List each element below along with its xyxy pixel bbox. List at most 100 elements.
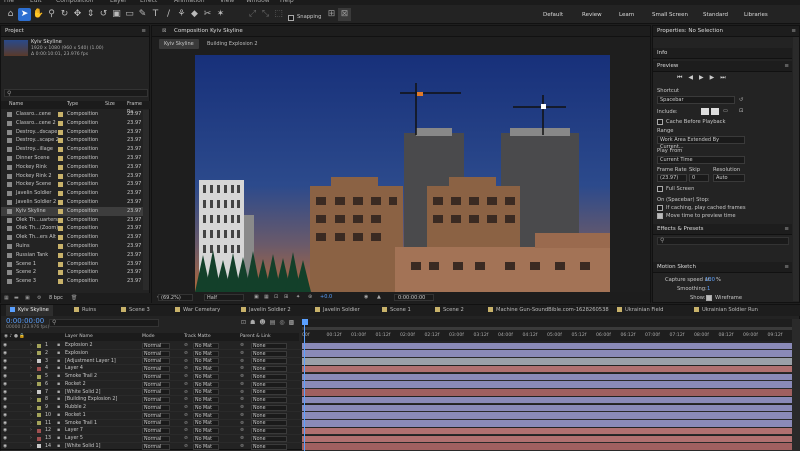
label-color[interactable] xyxy=(37,436,41,441)
orbit-tool-icon[interactable]: ↻ xyxy=(58,8,71,21)
label-color[interactable] xyxy=(58,270,63,276)
expand-icon[interactable]: › xyxy=(30,389,32,397)
lock-icon[interactable]: ⊠ xyxy=(162,26,190,37)
parent-dropdown[interactable]: None xyxy=(251,435,287,442)
label-color[interactable] xyxy=(58,279,63,285)
parent-pickwhip-icon[interactable]: ⊚ xyxy=(240,443,244,451)
matte-link-icon[interactable]: ⊘ xyxy=(184,435,188,443)
menu-item-file[interactable]: File xyxy=(4,0,14,4)
layer-duration-bar[interactable] xyxy=(302,389,792,396)
project-item[interactable]: Ruins Composition 23.97 xyxy=(1,242,143,251)
layer-name[interactable]: Rubble 2 xyxy=(65,404,86,412)
parent-pickwhip-icon[interactable]: ⊚ xyxy=(240,365,244,373)
folder-icon[interactable]: ▬ xyxy=(14,293,19,303)
layer-mode-dropdown[interactable]: Normal xyxy=(142,373,170,380)
workspace-small-screen[interactable]: Small Screen xyxy=(652,12,688,18)
layer-mode-dropdown[interactable]: Normal xyxy=(142,435,170,442)
layer-mode-dropdown[interactable]: Normal xyxy=(142,420,170,427)
workspace-learn[interactable]: Learn xyxy=(619,12,634,18)
track-matte-dropdown[interactable]: No Mat xyxy=(193,397,219,404)
label-color[interactable] xyxy=(58,138,63,144)
col-mode[interactable]: Mode xyxy=(142,333,155,341)
parent-pickwhip-icon[interactable]: ⊚ xyxy=(240,342,244,350)
layer-name[interactable]: Rocket 1 xyxy=(65,412,86,420)
include-audio-icon[interactable] xyxy=(711,108,719,115)
label-color[interactable] xyxy=(58,173,63,179)
project-item[interactable]: Olek Th...ers Alt Composition 23.97 xyxy=(1,233,143,242)
include-video-icon[interactable] xyxy=(701,108,709,115)
draft-3d-icon[interactable]: ☗ xyxy=(250,319,259,326)
timeline-tab[interactable]: Ukrainian Soldier Run xyxy=(694,305,758,316)
expand-icon[interactable]: › xyxy=(30,358,32,366)
parent-pickwhip-icon[interactable]: ⊚ xyxy=(240,389,244,397)
parent-dropdown[interactable]: None xyxy=(251,342,287,349)
expand-icon[interactable]: › xyxy=(30,404,32,412)
hand-tool-icon[interactable]: ✋ xyxy=(32,8,45,21)
layer-duration-bar[interactable] xyxy=(302,412,792,419)
eye-icon[interactable]: ◉ xyxy=(3,389,7,397)
layer-duration-bar[interactable] xyxy=(302,350,792,357)
layer-name[interactable]: Smoke Trail 2 xyxy=(65,373,97,381)
parent-dropdown[interactable]: None xyxy=(251,373,287,380)
expand-icon[interactable]: › xyxy=(30,373,32,381)
selection-tool-icon[interactable]: ➤ xyxy=(18,8,31,21)
time-ruler[interactable]: 00f 00:12f 01:00f 01:12f 02:00f 02:12f 03:00f 0… xyxy=(302,319,792,341)
project-item[interactable]: Hockey Rink Composition 23.97 xyxy=(1,163,143,172)
crumb-kyiv-skyline[interactable]: Kyiv Skyline xyxy=(159,39,199,49)
layer-mode-dropdown[interactable]: Normal xyxy=(142,350,170,357)
parent-dropdown[interactable]: None xyxy=(251,412,287,419)
label-color[interactable] xyxy=(37,359,41,363)
col-name[interactable]: Name xyxy=(9,101,23,109)
fullscreen-checkbox[interactable] xyxy=(657,186,663,192)
show-snapshot-icon[interactable]: ▲ xyxy=(377,292,381,303)
matte-link-icon[interactable]: ⊘ xyxy=(184,404,188,412)
layer-name[interactable]: [White Solid 1] xyxy=(65,443,100,451)
interpret-footage-icon[interactable]: ▦ xyxy=(4,293,9,303)
layer-row[interactable]: ◉ › 4 ▪ Layer 4 Normal ⊘ No Mat ⊚ None xyxy=(1,365,800,373)
parent-pickwhip-icon[interactable]: ⊚ xyxy=(240,396,244,404)
layer-mode-dropdown[interactable]: Normal xyxy=(142,404,170,411)
matte-link-icon[interactable]: ⊘ xyxy=(184,427,188,435)
project-item[interactable]: Olek Th...uarters Composition 23.97 xyxy=(1,216,143,225)
track-matte-dropdown[interactable]: No Mat xyxy=(193,420,219,427)
axis-local-icon[interactable]: ⤢ xyxy=(246,8,259,21)
parent-pickwhip-icon[interactable]: ⊚ xyxy=(240,435,244,443)
parent-pickwhip-icon[interactable]: ⊚ xyxy=(240,427,244,435)
eye-icon[interactable]: ◉ xyxy=(3,381,7,389)
col-layer-name[interactable]: Layer Name xyxy=(65,333,93,341)
label-color[interactable] xyxy=(58,129,63,135)
layer-row[interactable]: ◉ › 6 ▪ Rocket 2 Normal ⊘ No Mat ⊚ None xyxy=(1,381,800,389)
parent-pickwhip-icon[interactable]: ⊚ xyxy=(240,373,244,381)
project-item[interactable]: Classro...cene Composition 23.97 xyxy=(1,110,143,119)
new-comp-icon[interactable]: ▣ xyxy=(25,293,30,303)
wireframe-checkbox[interactable] xyxy=(706,295,712,301)
menu-icon[interactable]: ≡ xyxy=(141,26,146,37)
mask-visibility-icon[interactable]: ⊡ xyxy=(274,292,278,303)
timeline-tab[interactable]: War Cemetary xyxy=(175,305,220,316)
label-color[interactable] xyxy=(37,428,41,433)
snap-grid-icon[interactable]: ⊠ xyxy=(338,8,351,21)
layer-name[interactable]: Layer 7 xyxy=(65,427,83,435)
workspace-libraries[interactable]: Libraries xyxy=(744,12,768,18)
layer-row[interactable]: ◉ › 5 ▪ Smoke Trail 2 Normal ⊘ No Mat ⊚ None xyxy=(1,373,800,381)
project-item[interactable]: Scene 1 Composition 23.97 xyxy=(1,260,143,269)
parent-dropdown[interactable]: None xyxy=(251,428,287,435)
label-color[interactable] xyxy=(37,405,41,410)
next-frame-icon[interactable]: ▶ xyxy=(710,74,721,81)
label-color[interactable] xyxy=(58,191,63,197)
layer-mode-dropdown[interactable]: Normal xyxy=(142,412,170,419)
ifcaching-checkbox[interactable] xyxy=(657,205,663,211)
label-color[interactable] xyxy=(58,244,63,249)
matte-link-icon[interactable]: ⊘ xyxy=(184,396,188,404)
timeline-tab[interactable]: Machine Gun-SoundBible.com-1628260538 xyxy=(488,305,609,316)
label-color[interactable] xyxy=(37,343,41,348)
layer-row[interactable]: ◉ › 3 ▪ [Adjustment Layer 1] Normal ⊘ No Mat ⊚ No… xyxy=(1,358,800,366)
parent-dropdown[interactable]: None xyxy=(251,443,287,450)
label-color[interactable] xyxy=(37,390,41,394)
menu-item-composition[interactable]: Composition xyxy=(56,0,93,4)
project-item[interactable]: Kyiv Skyline Composition 23.97 xyxy=(1,206,143,216)
eye-icon[interactable]: ◉ xyxy=(3,396,7,404)
parent-dropdown[interactable]: None xyxy=(251,389,287,396)
matte-link-icon[interactable]: ⊘ xyxy=(184,365,188,373)
composition-canvas[interactable] xyxy=(195,55,610,292)
